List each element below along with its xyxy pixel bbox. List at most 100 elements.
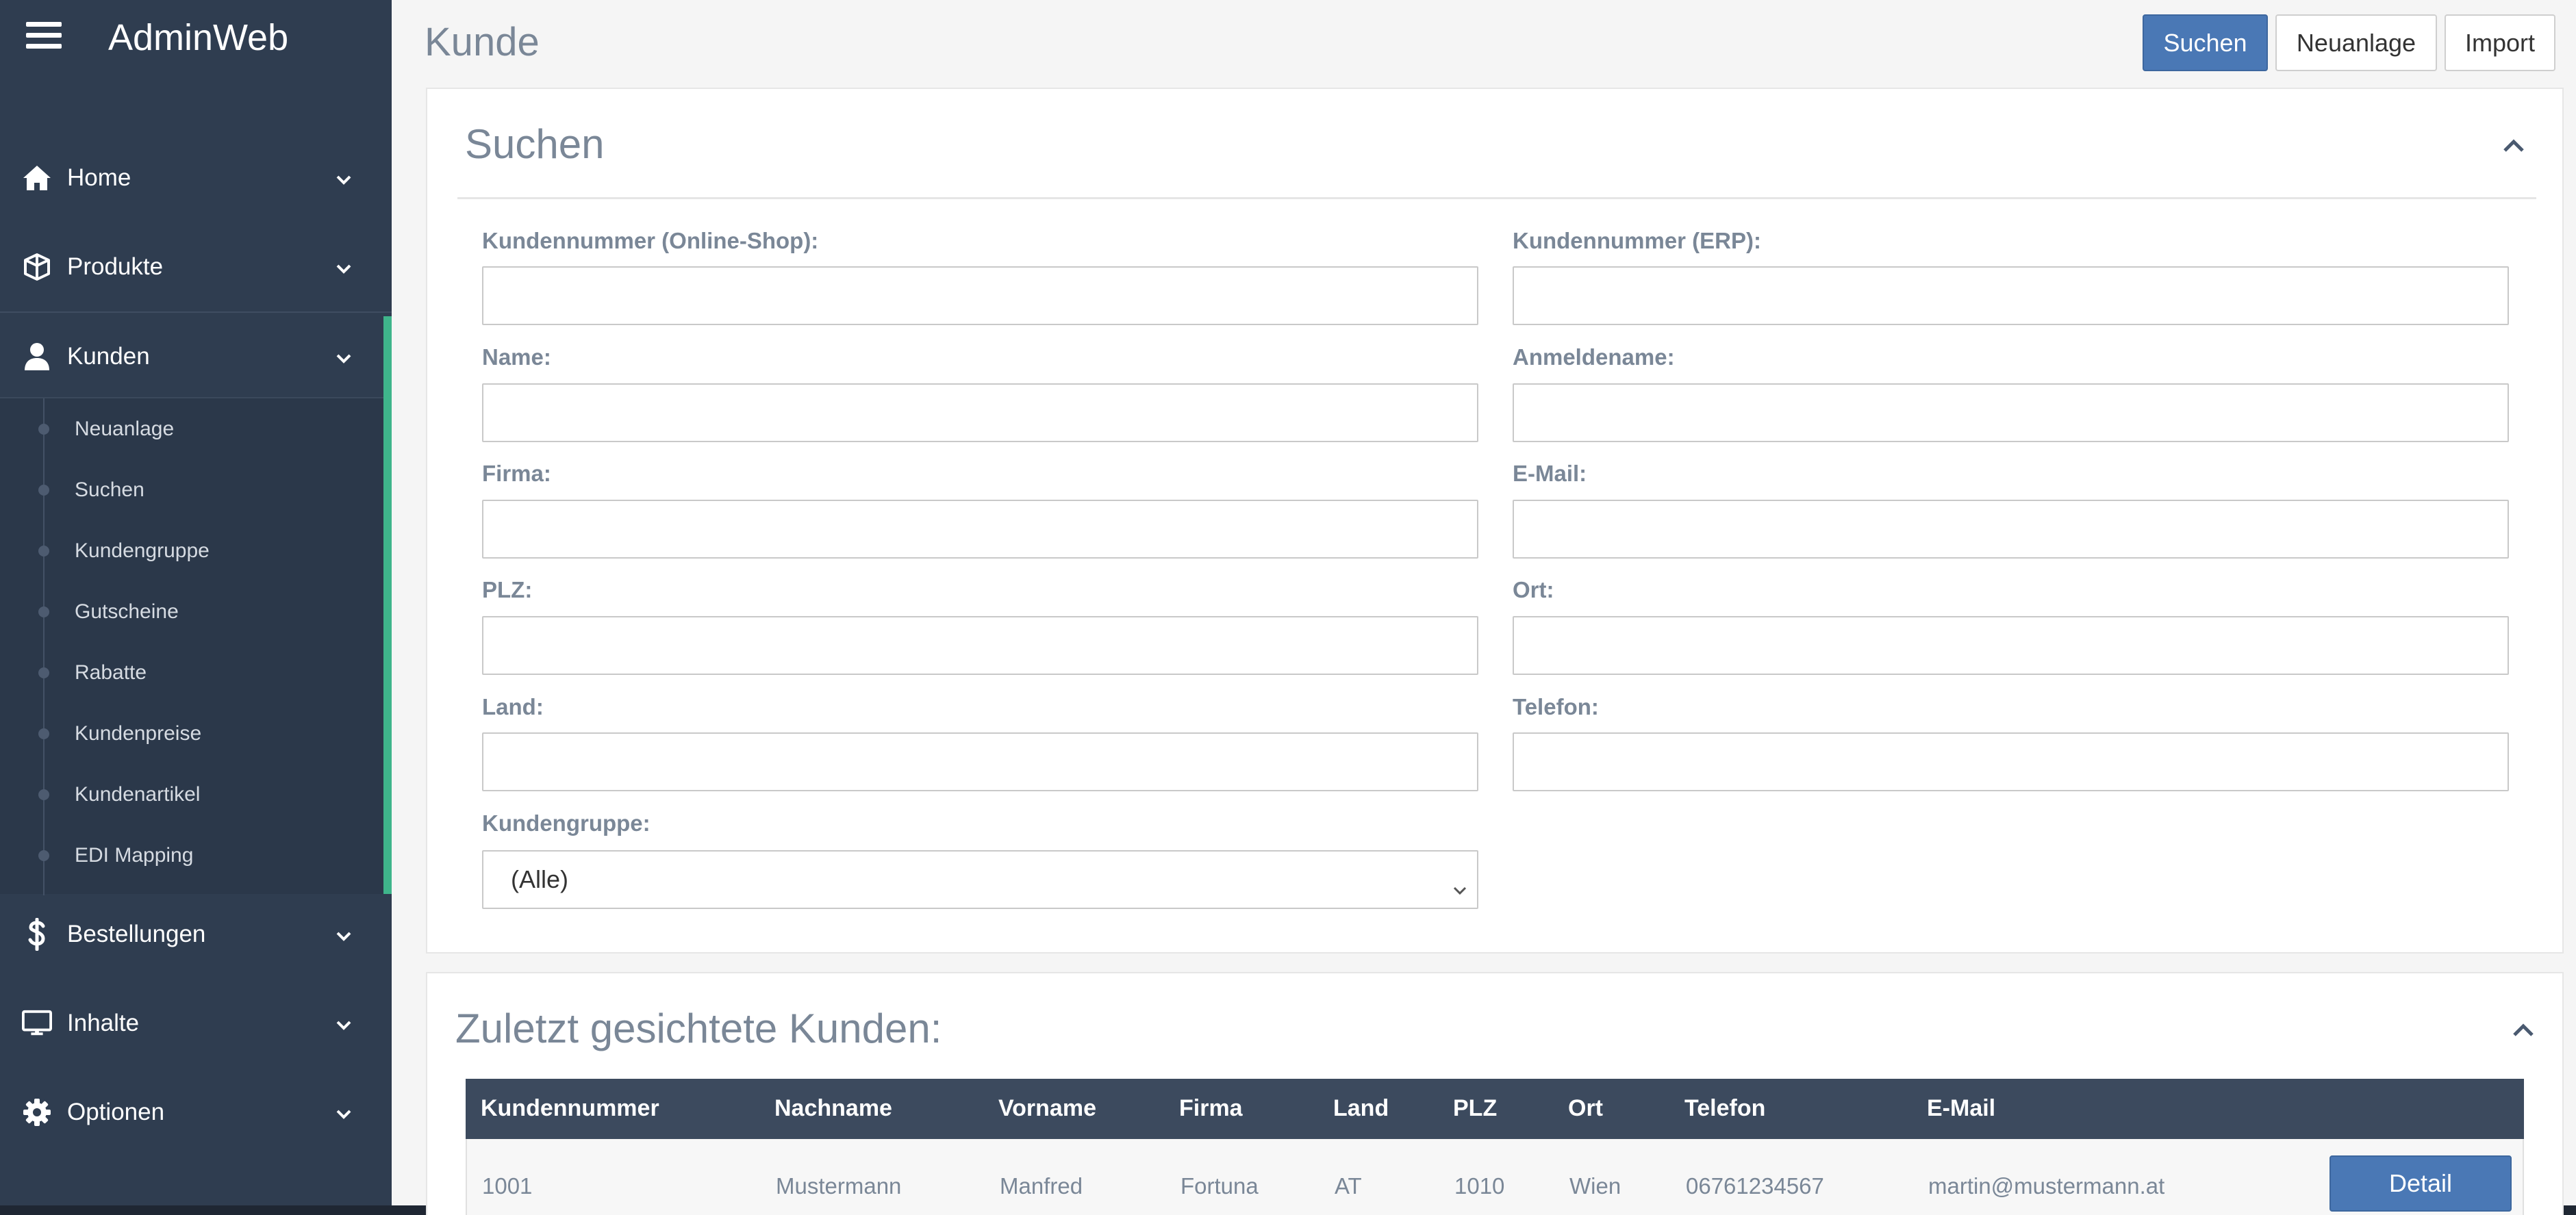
submenu-item-suchen[interactable]: Suchen	[0, 459, 383, 520]
collapse-chevron-icon[interactable]	[2502, 138, 2525, 153]
submenu-item-kundenpreise[interactable]: Kundenpreise	[0, 703, 383, 764]
import-button[interactable]: Import	[2445, 14, 2555, 71]
kundennummer-erp-input[interactable]	[1513, 266, 2509, 325]
cell-kundennummer: 1001	[482, 1173, 533, 1199]
column-header[interactable]: Ort	[1568, 1095, 1603, 1122]
cell-land: AT	[1335, 1173, 1362, 1199]
bullet-icon	[38, 484, 49, 496]
column-header[interactable]: Telefon	[1684, 1095, 1765, 1122]
kundengruppe-select[interactable]: (Alle)	[482, 850, 1478, 909]
chevron-down-icon	[334, 1014, 353, 1033]
submenu-label: Neuanlage	[75, 417, 175, 440]
sidebar-item-label: Bestellungen	[67, 921, 206, 947]
column-header[interactable]: Vorname	[998, 1095, 1096, 1122]
anmeldename-input[interactable]	[1513, 383, 2509, 442]
recent-customers-title: Zuletzt gesichtete Kunden:	[455, 1006, 942, 1051]
kundengruppe-selected-value: (Alle)	[511, 865, 569, 893]
firma-label: Firma:	[482, 461, 551, 486]
cell-ort: Wien	[1569, 1173, 1621, 1199]
collapse-chevron-icon[interactable]	[2512, 1023, 2535, 1038]
sidebar-item-home[interactable]: Home	[0, 133, 392, 222]
detail-button[interactable]: Detail	[2329, 1155, 2512, 1212]
search-button[interactable]: Suchen	[2143, 14, 2268, 71]
chevron-down-icon	[334, 347, 353, 366]
sidebar-item-inhalte[interactable]: Inhalte	[0, 979, 392, 1068]
kundennummer-shop-input[interactable]	[482, 266, 1478, 325]
chevron-down-icon	[1452, 873, 1467, 895]
cube-icon	[22, 252, 52, 282]
submenu-item-gutscheine[interactable]: Gutscheine	[0, 581, 383, 642]
cell-vorname: Manfred	[1000, 1173, 1083, 1199]
cell-plz: 1010	[1454, 1173, 1505, 1199]
home-icon	[22, 163, 52, 193]
panel-divider	[457, 197, 2536, 199]
column-header[interactable]: E-Mail	[1927, 1095, 1995, 1122]
table-row: 1001 Mustermann Manfred Fortuna AT 1010 …	[466, 1139, 2524, 1215]
column-header[interactable]: Kundennummer	[481, 1095, 659, 1122]
chevron-down-icon	[334, 925, 353, 944]
email-label: E-Mail:	[1513, 461, 1587, 486]
ort-input[interactable]	[1513, 616, 2509, 675]
column-header[interactable]: PLZ	[1453, 1095, 1497, 1122]
dollar-icon	[22, 918, 52, 951]
land-label: Land:	[482, 694, 544, 719]
bullet-icon	[38, 606, 49, 617]
chevron-down-icon	[334, 257, 353, 277]
hamburger-menu-icon[interactable]	[26, 22, 62, 49]
submenu-label: Suchen	[75, 478, 144, 501]
sidebar: AdminWeb Home Produkte Kunden Neuanlage …	[0, 0, 392, 1215]
sidebar-item-produkte[interactable]: Produkte	[0, 222, 392, 311]
submenu-label: EDI Mapping	[75, 843, 194, 867]
chevron-down-icon	[334, 168, 353, 188]
kundennummer-erp-label: Kundennummer (ERP):	[1513, 228, 1761, 253]
app-title: AdminWeb	[108, 17, 289, 58]
page-title: Kunde	[425, 20, 540, 64]
new-customer-button[interactable]: Neuanlage	[2275, 14, 2437, 71]
submenu-item-rabatte[interactable]: Rabatte	[0, 642, 383, 703]
submenu-label: Kundenpreise	[75, 721, 202, 745]
submenu-label: Kundenartikel	[75, 782, 201, 806]
bullet-icon	[38, 667, 49, 678]
sidebar-item-label: Optionen	[67, 1099, 165, 1125]
chevron-down-icon	[334, 1103, 353, 1122]
cell-telefon: 06761234567	[1686, 1173, 1824, 1199]
telefon-label: Telefon:	[1513, 694, 1599, 719]
bullet-icon	[38, 728, 49, 739]
sidebar-item-label: Inhalte	[67, 1010, 140, 1036]
anmeldename-label: Anmeldename:	[1513, 344, 1675, 370]
plz-label: PLZ:	[482, 577, 533, 602]
sidebar-item-kunden[interactable]: Kunden	[0, 311, 392, 400]
name-label: Name:	[482, 344, 551, 370]
firma-input[interactable]	[482, 500, 1478, 559]
sidebar-item-label: Home	[67, 164, 131, 191]
column-header[interactable]: Firma	[1179, 1095, 1243, 1122]
column-header[interactable]: Land	[1333, 1095, 1389, 1122]
submenu-item-kundengruppe[interactable]: Kundengruppe	[0, 520, 383, 581]
kunden-submenu: Neuanlage Suchen Kundengruppe Gutscheine…	[0, 397, 383, 895]
land-input[interactable]	[482, 732, 1478, 791]
kundengruppe-label: Kundengruppe:	[482, 810, 651, 836]
bullet-icon	[38, 545, 49, 557]
table-header: Kundennummer Nachname Vorname Firma Land…	[466, 1079, 2524, 1139]
sidebar-item-label: Produkte	[67, 253, 164, 280]
submenu-item-kundenartikel[interactable]: Kundenartikel	[0, 764, 383, 825]
gear-icon	[22, 1097, 52, 1127]
active-indicator	[383, 316, 392, 894]
ort-label: Ort:	[1513, 577, 1554, 602]
cell-email: martin@mustermann.at	[1928, 1173, 2165, 1199]
submenu-label: Gutscheine	[75, 600, 179, 623]
plz-input[interactable]	[482, 616, 1478, 675]
submenu-item-edi-mapping[interactable]: EDI Mapping	[0, 825, 383, 886]
kundennummer-shop-label: Kundennummer (Online-Shop):	[482, 228, 819, 253]
telefon-input[interactable]	[1513, 732, 2509, 791]
sidebar-item-optionen[interactable]: Optionen	[0, 1068, 392, 1157]
name-input[interactable]	[482, 383, 1478, 442]
cell-nachname: Mustermann	[776, 1173, 902, 1199]
search-panel-title: Suchen	[465, 121, 605, 167]
submenu-item-neuanlage[interactable]: Neuanlage	[0, 398, 383, 459]
bullet-icon	[38, 849, 49, 861]
bullet-icon	[38, 789, 49, 800]
email-input[interactable]	[1513, 500, 2509, 559]
column-header[interactable]: Nachname	[774, 1095, 892, 1122]
sidebar-item-bestellungen[interactable]: Bestellungen	[0, 890, 392, 979]
